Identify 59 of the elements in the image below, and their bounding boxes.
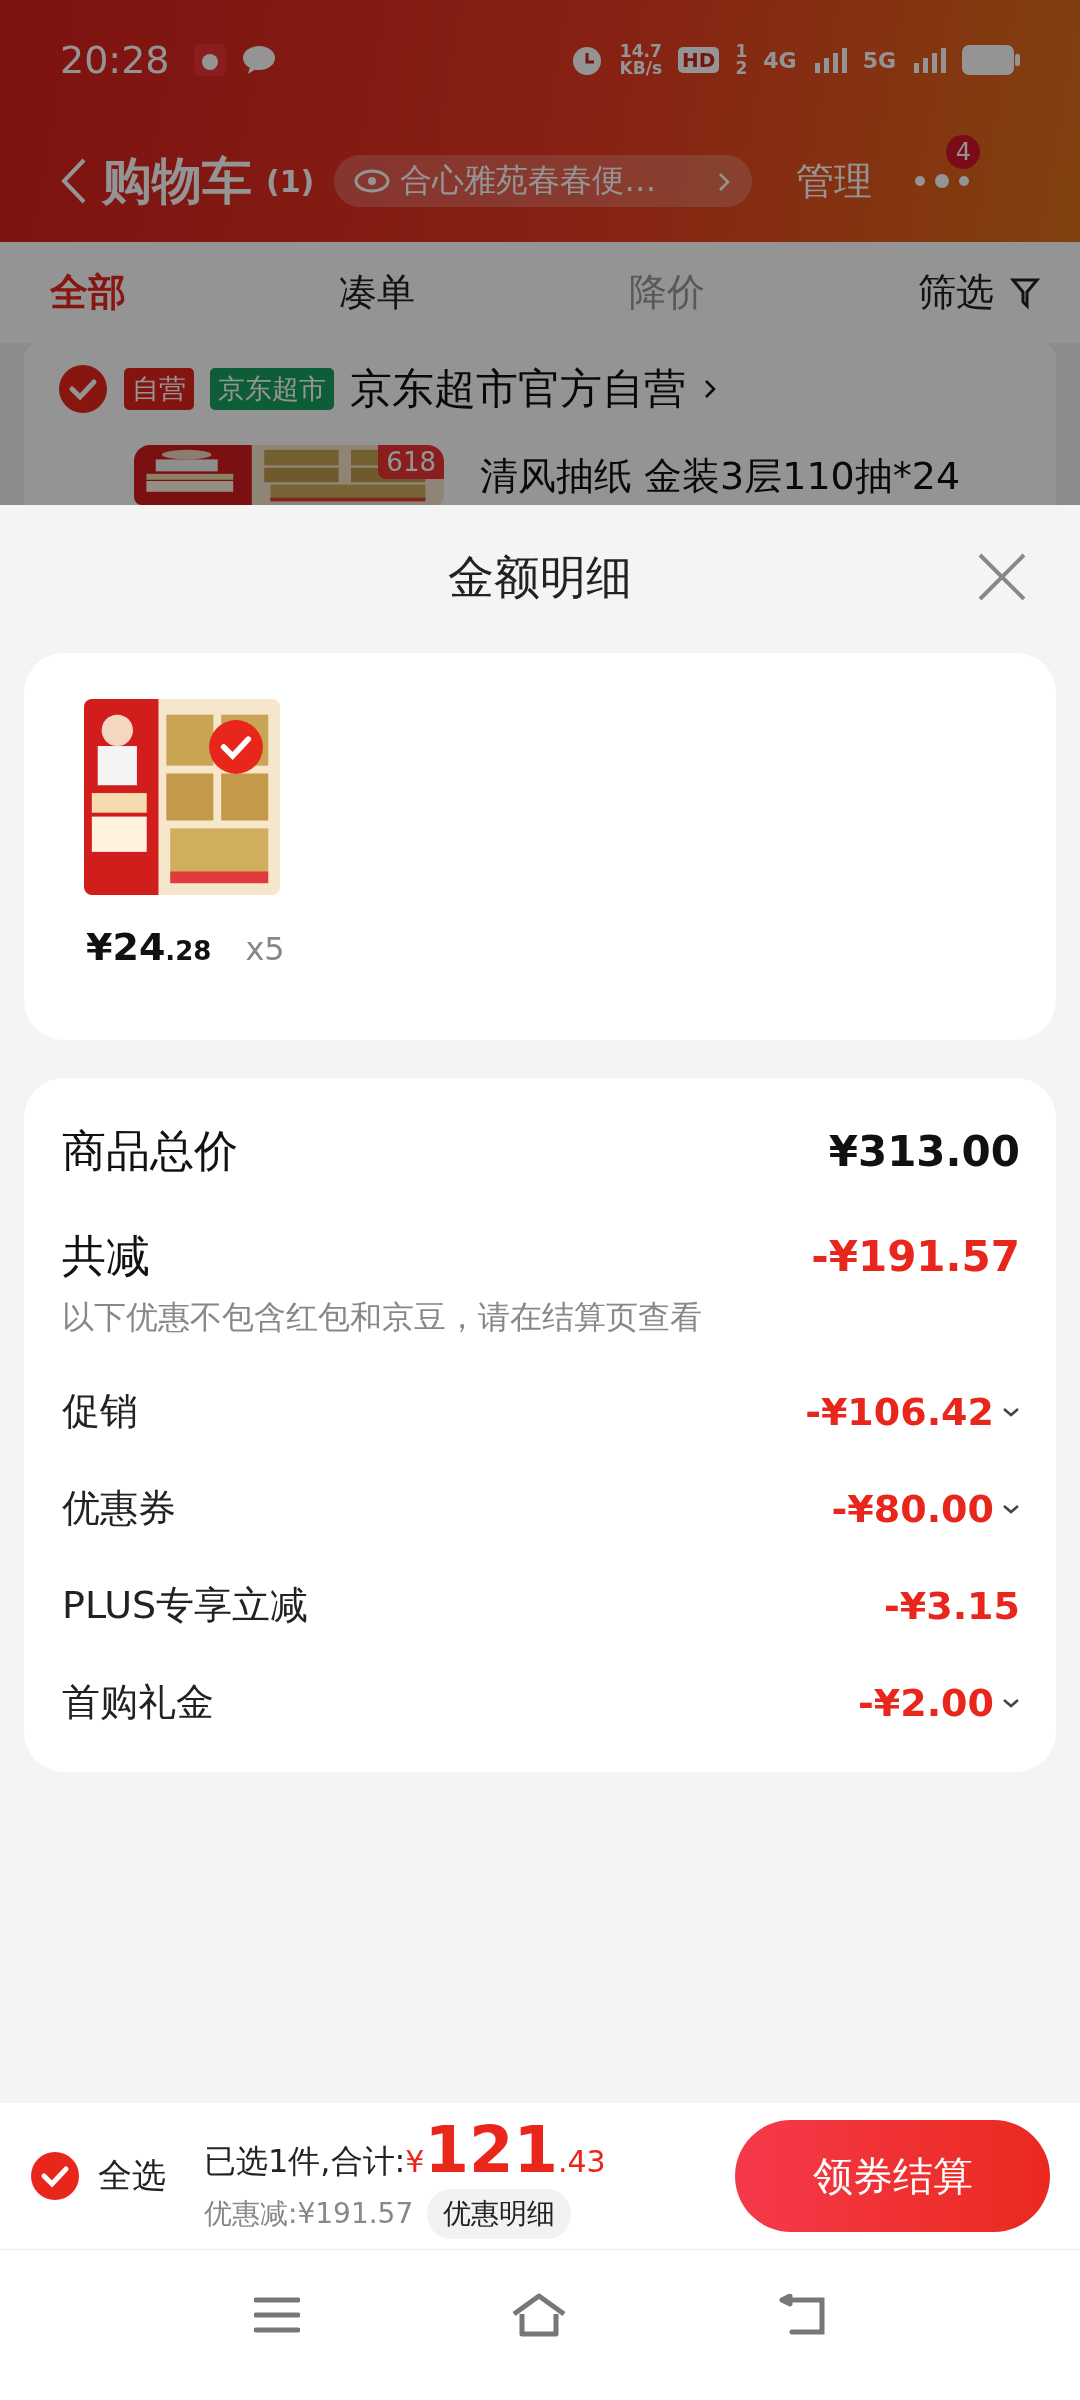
app-notification-icon xyxy=(193,44,226,76)
total-amount: ¥313.00 xyxy=(828,1127,1020,1176)
sim-indicator: 2 xyxy=(735,60,748,77)
checkbox[interactable] xyxy=(208,719,264,775)
eye-icon xyxy=(354,169,391,193)
store-tag: 自营 xyxy=(124,368,194,410)
discount-item-label: 促销 xyxy=(62,1388,138,1435)
sim-indicator: 1 xyxy=(735,43,748,60)
total-label: 商品总价 xyxy=(62,1124,238,1178)
hd-indicator: HD xyxy=(678,47,720,73)
discount-item-amount[interactable]: -¥2.00 xyxy=(858,1680,1020,1725)
discount-item-label: 优惠券 xyxy=(62,1485,176,1532)
checkbox[interactable] xyxy=(58,364,108,414)
back-icon[interactable] xyxy=(778,2294,826,2336)
select-all-label[interactable]: 全选 xyxy=(98,2153,166,2199)
checkbox[interactable] xyxy=(30,2151,80,2201)
speed-unit: KB/s xyxy=(619,60,663,77)
discount-detail-button[interactable]: 优惠明细 xyxy=(427,2189,572,2239)
checkout-button[interactable]: 领券结算 xyxy=(735,2120,1050,2232)
discount-item-amount: -¥3.15 xyxy=(884,1583,1020,1628)
tab[interactable]: 凑单 xyxy=(339,267,416,318)
quantity: x5 xyxy=(245,930,285,968)
signal-icon xyxy=(812,47,847,73)
network-type: 5G xyxy=(862,47,896,73)
signal-icon xyxy=(912,47,946,73)
back-button[interactable] xyxy=(60,156,88,206)
page-title: 购物车 xyxy=(102,150,252,212)
notification-badge: 4 xyxy=(946,135,981,169)
discount-note: 以下优惠不包含红包和京豆，请在结算页查看 xyxy=(62,1297,703,1338)
unit-price: ¥24.28 xyxy=(86,925,212,969)
store-name[interactable]: 京东超市官方自营 xyxy=(350,361,686,417)
discount-item-label: 首购礼金 xyxy=(62,1679,214,1726)
discount-label: 共减 xyxy=(62,1229,150,1283)
saved-amount: 优惠减:¥191.57 xyxy=(204,2196,414,2232)
discount-amount: -¥191.57 xyxy=(811,1232,1020,1281)
home-icon[interactable] xyxy=(510,2292,568,2338)
chevron-right-icon xyxy=(702,379,718,399)
chevron-down-icon xyxy=(1002,1405,1020,1418)
chevron-down-icon xyxy=(1002,1696,1020,1709)
battery-icon xyxy=(962,45,1020,75)
status-time: 20:28 xyxy=(60,38,170,82)
product-title[interactable]: 清风抽纸 金装3层110抽*24 xyxy=(480,451,961,505)
discount-item-label: PLUS专享立减 xyxy=(62,1582,309,1629)
store-tag: 京东超市 xyxy=(210,368,334,410)
network-speed: 14.7 xyxy=(619,43,663,60)
network-type: 4G xyxy=(763,47,797,73)
recently-viewed-text: 合心雅苑春春便… xyxy=(400,160,657,201)
filter-button[interactable]: 筛选 xyxy=(918,267,1040,318)
menu-icon[interactable] xyxy=(254,2296,300,2334)
promo-badge: 618 xyxy=(378,445,444,479)
discount-item-amount[interactable]: -¥106.42 xyxy=(805,1389,1020,1434)
chevron-down-icon xyxy=(1002,1502,1020,1515)
cart-count: (1) xyxy=(266,163,315,199)
tab[interactable]: 全部 xyxy=(50,267,126,318)
chat-bubble-icon xyxy=(241,45,276,75)
manage-link[interactable]: 管理 xyxy=(796,155,873,207)
discount-item-amount[interactable]: -¥80.00 xyxy=(831,1486,1020,1531)
total-summary: 已选1件,合计:¥121.43 xyxy=(204,2113,606,2187)
sheet-title: 金额明细 xyxy=(448,549,632,606)
